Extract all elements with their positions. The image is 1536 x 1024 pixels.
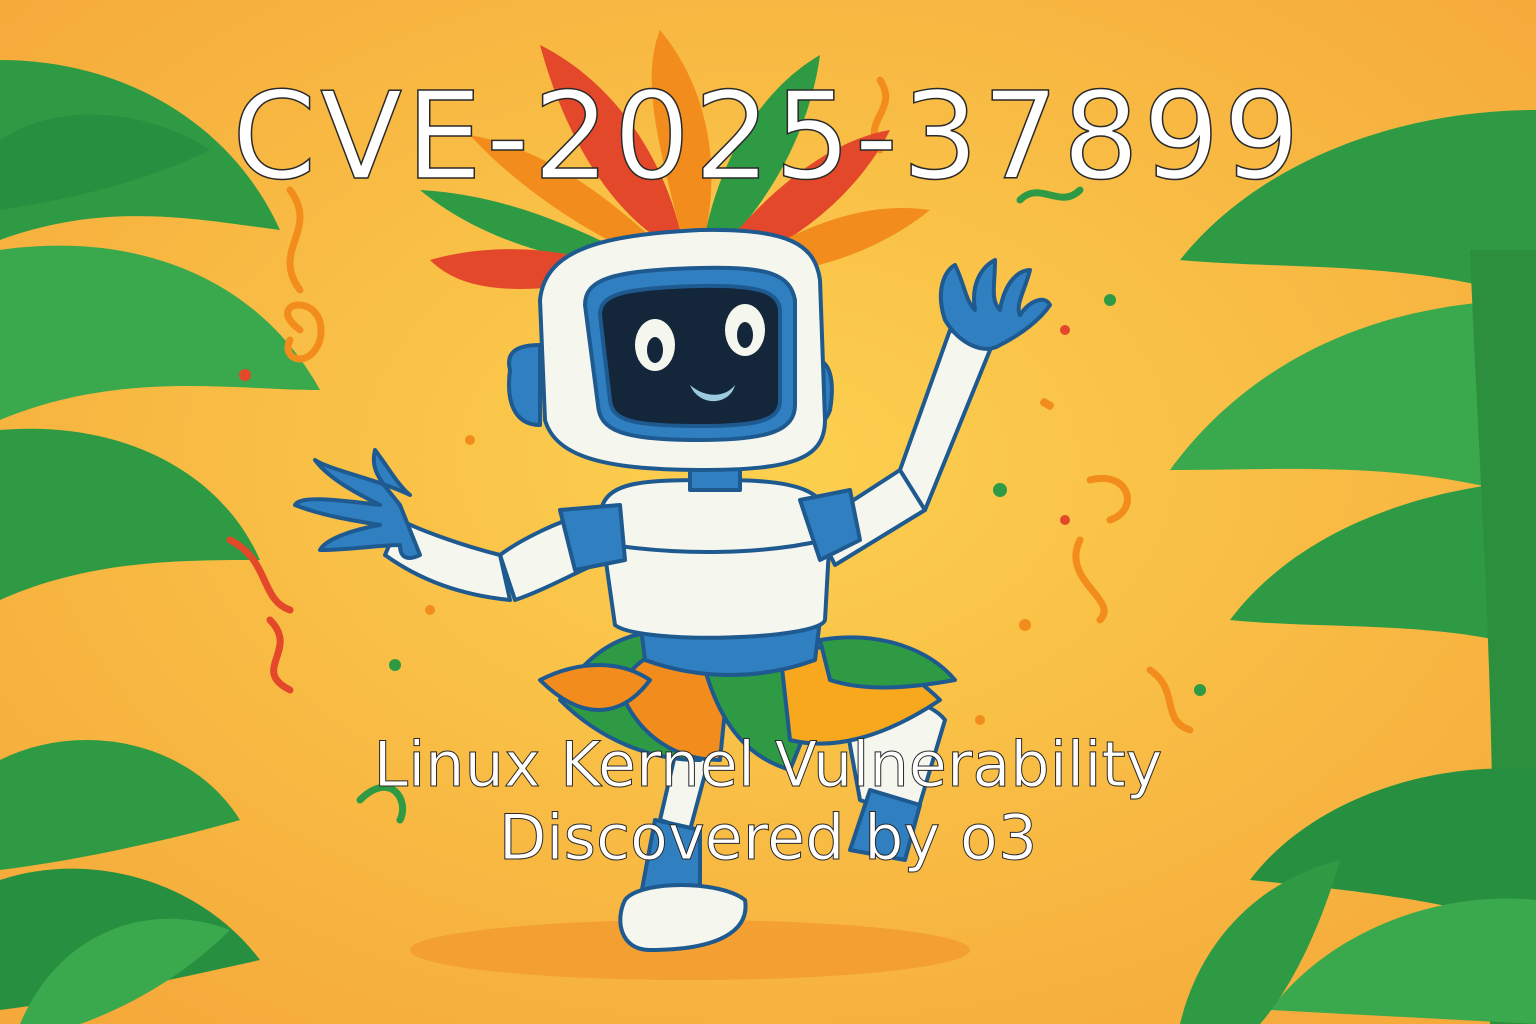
subtitle-line-1: Linux Kernel Vulnerability	[373, 727, 1163, 801]
cve-title: CVE-2025-37899	[232, 68, 1304, 207]
hero-illustration: CVE-2025-37899 Linux Kernel Vulnerabilit…	[0, 0, 1536, 1024]
subtitle-line-2: Discovered by o3	[498, 801, 1038, 875]
subtitle-block: Linux Kernel Vulnerability Discovered by…	[0, 727, 1536, 875]
